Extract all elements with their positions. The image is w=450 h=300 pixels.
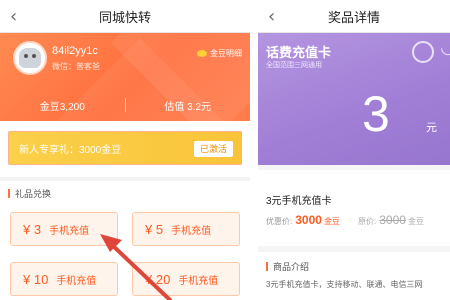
top-navbar: ‹ 奖品详情 — [258, 0, 450, 33]
section-accent-bar — [266, 262, 268, 271]
gift-price: ¥ 10 — [23, 271, 49, 287]
discount-price: 优惠价: 3000 金豆 — [266, 213, 340, 227]
section-title: 礼品兑换 — [15, 189, 52, 199]
discount-price-unit: 金豆 — [323, 217, 340, 226]
gift-name: 手机充值 — [178, 275, 219, 287]
gift-price: ¥ 3 — [23, 221, 42, 237]
card-subtitle: 全国范围三网通用 — [266, 62, 322, 69]
gift-card-10-yuan[interactable]: ¥ 10 手机充值 — [10, 262, 118, 296]
gift-price: ¥ 20 — [145, 271, 171, 287]
wechat-id: 微信：普客爸 — [52, 62, 100, 71]
gift-card-20-yuan[interactable]: ¥ 20 手机充值 — [132, 262, 240, 296]
gift-card-3-yuan[interactable]: ¥ 3 手机充值 — [10, 212, 118, 246]
robot-avatar-icon — [19, 48, 41, 68]
card-title: 话费充值卡 — [266, 45, 332, 60]
coin-detail-link[interactable]: 金豆明细 — [197, 48, 242, 59]
user-stats: 金豆3,200 估值 3.2元 — [0, 96, 250, 114]
section-header: 礼品兑换 — [8, 187, 51, 200]
estimated-value: 估值 3.2元 — [164, 101, 212, 113]
chevron-left-icon[interactable]: ‹ — [268, 6, 275, 27]
carrier-logo-icon: ◡ — [440, 37, 450, 57]
activated-button[interactable]: 已激活 — [193, 141, 233, 157]
original-price-label: 原价: — [358, 217, 377, 226]
screenshot-stage: ‹ 同城快转 84il2yy1c 微信：普客爸 金豆明细 金豆3,200 估值 … — [0, 0, 450, 300]
card-amount: 3 — [362, 86, 390, 142]
section-header: 商品介绍 — [266, 260, 309, 273]
top-navbar: ‹ 同城快转 — [0, 0, 250, 33]
product-intro-section: 商品介绍 3元手机充值卡，支持移动、联通、电信三网 — [258, 252, 450, 300]
section-accent-bar — [8, 189, 10, 198]
original-price-unit: 金豆 — [407, 217, 424, 226]
original-price: 原价: 3000 金豆 — [358, 213, 424, 227]
product-name: 3元手机充值卡 — [266, 196, 332, 207]
chevron-left-icon[interactable]: ‹ — [10, 6, 17, 27]
discount-price-value: 3000 — [295, 213, 322, 227]
section-title: 商品介绍 — [273, 262, 310, 272]
avatar[interactable] — [13, 41, 47, 75]
gift-name: 手机充值 — [49, 225, 90, 237]
coin-detail-label: 金豆明细 — [210, 49, 242, 58]
gift-name: 手机充值 — [56, 275, 97, 287]
promo-section: 新人专享礼：3000金豆 已激活 — [0, 121, 250, 177]
page-title: 同城快转 — [98, 9, 151, 25]
gift-price: ¥ 5 — [145, 221, 164, 237]
right-phone-screen: ‹ 奖品详情 话费充值卡 全国范围三网通用 ◡ 3 元 3元手机充值卡 优惠价:… — [258, 0, 450, 300]
page-title: 奖品详情 — [327, 9, 380, 25]
original-price-value: 3000 — [379, 213, 406, 227]
gift-name: 手机充值 — [171, 225, 212, 237]
coin-balance: 金豆3,200 — [39, 101, 85, 113]
screen-divider — [250, 0, 258, 300]
product-info: 3元手机充值卡 优惠价: 3000 金豆 原价: 3000 金豆 — [258, 170, 450, 246]
product-description: 3元手机充值卡，支持移动、联通、电信三网 — [266, 280, 423, 289]
card-unit: 元 — [426, 122, 437, 134]
gift-card-5-yuan[interactable]: ¥ 5 手机充值 — [132, 212, 240, 246]
user-profile-card: 84il2yy1c 微信：普客爸 金豆明细 金豆3,200 估值 3.2元 — [0, 33, 250, 121]
gift-exchange-section: 礼品兑换 ¥ 3 手机充值 ¥ 5 手机充值 ¥ 10 手机充值 ¥ 20 手机… — [0, 181, 250, 300]
username: 84il2yy1c — [52, 45, 98, 57]
newcomer-gift-text: 新人专享礼：3000金豆 — [19, 144, 122, 156]
carrier-logo-icon — [412, 41, 434, 63]
discount-price-label: 优惠价: — [266, 217, 293, 226]
recharge-card-image: 话费充值卡 全国范围三网通用 ◡ 3 元 — [258, 33, 450, 165]
newcomer-gift-banner: 新人专享礼：3000金豆 已激活 — [8, 131, 242, 165]
coin-icon — [197, 50, 207, 57]
left-phone-screen: ‹ 同城快转 84il2yy1c 微信：普客爸 金豆明细 金豆3,200 估值 … — [0, 0, 250, 300]
